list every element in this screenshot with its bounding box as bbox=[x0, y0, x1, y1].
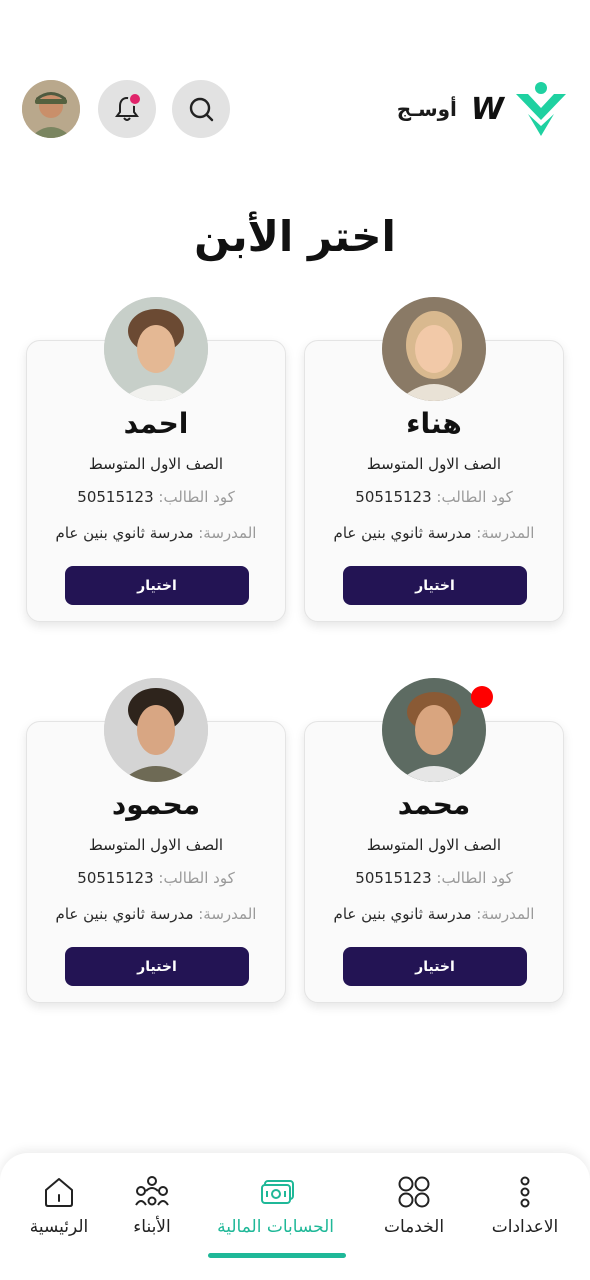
child-photo bbox=[104, 678, 208, 782]
student-code: 50515123 bbox=[355, 869, 432, 887]
bottom-nav: الاعدادات الخدمات الحسابات المالية الأبن… bbox=[0, 1153, 590, 1280]
child-card: هناء الصف الاول المتوسط كود الطالب: 5051… bbox=[304, 297, 564, 622]
children-icon bbox=[135, 1176, 169, 1206]
brand-emblem-icon bbox=[516, 82, 566, 136]
brand-mark: W bbox=[470, 91, 504, 127]
child-name: محمد bbox=[397, 788, 471, 821]
student-code-row: كود الطالب: 50515123 bbox=[27, 488, 285, 506]
child-name: احمد bbox=[123, 407, 189, 440]
child-name: محمود bbox=[111, 788, 201, 821]
school-label: المدرسة: bbox=[193, 524, 257, 542]
nav-item-settings[interactable]: الاعدادات bbox=[470, 1175, 580, 1255]
code-label: كود الطالب: bbox=[153, 488, 235, 506]
profile-avatar[interactable] bbox=[22, 80, 80, 138]
child-card: محمود الصف الاول المتوسط كود الطالب: 505… bbox=[26, 678, 286, 1003]
child-grade: الصف الاول المتوسط bbox=[366, 836, 502, 854]
child-name: هناء bbox=[406, 407, 462, 440]
brand-name: أوسـج bbox=[396, 97, 457, 121]
child-grade: الصف الاول المتوسط bbox=[88, 455, 224, 473]
nav-item-finance[interactable]: الحسابات المالية bbox=[217, 1175, 334, 1255]
student-code: 50515123 bbox=[77, 488, 154, 506]
child-grade: الصف الاول المتوسط bbox=[366, 455, 502, 473]
school-label: المدرسة: bbox=[471, 524, 535, 542]
select-child-button[interactable]: اختيار bbox=[343, 566, 527, 605]
school-name: مدرسة ثانوي بنين عام bbox=[333, 524, 472, 542]
student-code-row: كود الطالب: 50515123 bbox=[305, 869, 563, 887]
child-card: محمد الصف الاول المتوسط كود الطالب: 5051… bbox=[304, 678, 564, 1003]
student-code-row: كود الطالب: 50515123 bbox=[305, 488, 563, 506]
student-code: 50515123 bbox=[77, 869, 154, 887]
nav-label: الحسابات المالية bbox=[217, 1217, 334, 1237]
code-label: كود الطالب: bbox=[153, 869, 235, 887]
school-name: مدرسة ثانوي بنين عام bbox=[55, 524, 194, 542]
search-icon bbox=[189, 97, 214, 122]
student-code-row: كود الطالب: 50515123 bbox=[27, 869, 285, 887]
code-label: كود الطالب: bbox=[431, 488, 513, 506]
select-child-button[interactable]: اختيار bbox=[343, 947, 527, 986]
notification-dot bbox=[471, 686, 493, 708]
home-icon bbox=[45, 1178, 73, 1207]
notification-dot bbox=[128, 92, 142, 106]
search-button[interactable] bbox=[172, 80, 230, 138]
school-label: المدرسة: bbox=[471, 905, 535, 923]
school-row: المدرسة: مدرسة ثانوي بنين عام bbox=[27, 524, 285, 542]
active-tab-indicator bbox=[208, 1253, 346, 1258]
grid-icon bbox=[398, 1176, 430, 1208]
notifications-button[interactable] bbox=[98, 80, 156, 138]
select-child-button[interactable]: اختيار bbox=[65, 566, 249, 605]
school-row: المدرسة: مدرسة ثانوي بنين عام bbox=[305, 524, 563, 542]
school-name: مدرسة ثانوي بنين عام bbox=[55, 905, 194, 923]
school-row: المدرسة: مدرسة ثانوي بنين عام bbox=[27, 905, 285, 923]
header: أوسـج W bbox=[0, 0, 590, 170]
money-icon bbox=[261, 1180, 294, 1204]
school-name: مدرسة ثانوي بنين عام bbox=[333, 905, 472, 923]
nav-label: الاعدادات bbox=[491, 1217, 559, 1237]
nav-label: الخدمات bbox=[383, 1217, 445, 1237]
nav-item-services[interactable]: الخدمات bbox=[359, 1175, 469, 1255]
page-title: اختر الأبن bbox=[194, 212, 396, 261]
nav-label: الرئيسية bbox=[29, 1217, 89, 1237]
select-child-button[interactable]: اختيار bbox=[65, 947, 249, 986]
code-label: كود الطالب: bbox=[431, 869, 513, 887]
child-grade: الصف الاول المتوسط bbox=[88, 836, 224, 854]
child-card: احمد الصف الاول المتوسط كود الطالب: 5051… bbox=[26, 297, 286, 622]
more-vertical-icon bbox=[520, 1176, 530, 1208]
student-code: 50515123 bbox=[355, 488, 432, 506]
child-photo bbox=[382, 297, 486, 401]
school-label: المدرسة: bbox=[193, 905, 257, 923]
school-row: المدرسة: مدرسة ثانوي بنين عام bbox=[305, 905, 563, 923]
brand-logo: أوسـج W bbox=[397, 80, 566, 138]
nav-item-home[interactable]: الرئيسية bbox=[4, 1175, 114, 1255]
child-photo bbox=[104, 297, 208, 401]
